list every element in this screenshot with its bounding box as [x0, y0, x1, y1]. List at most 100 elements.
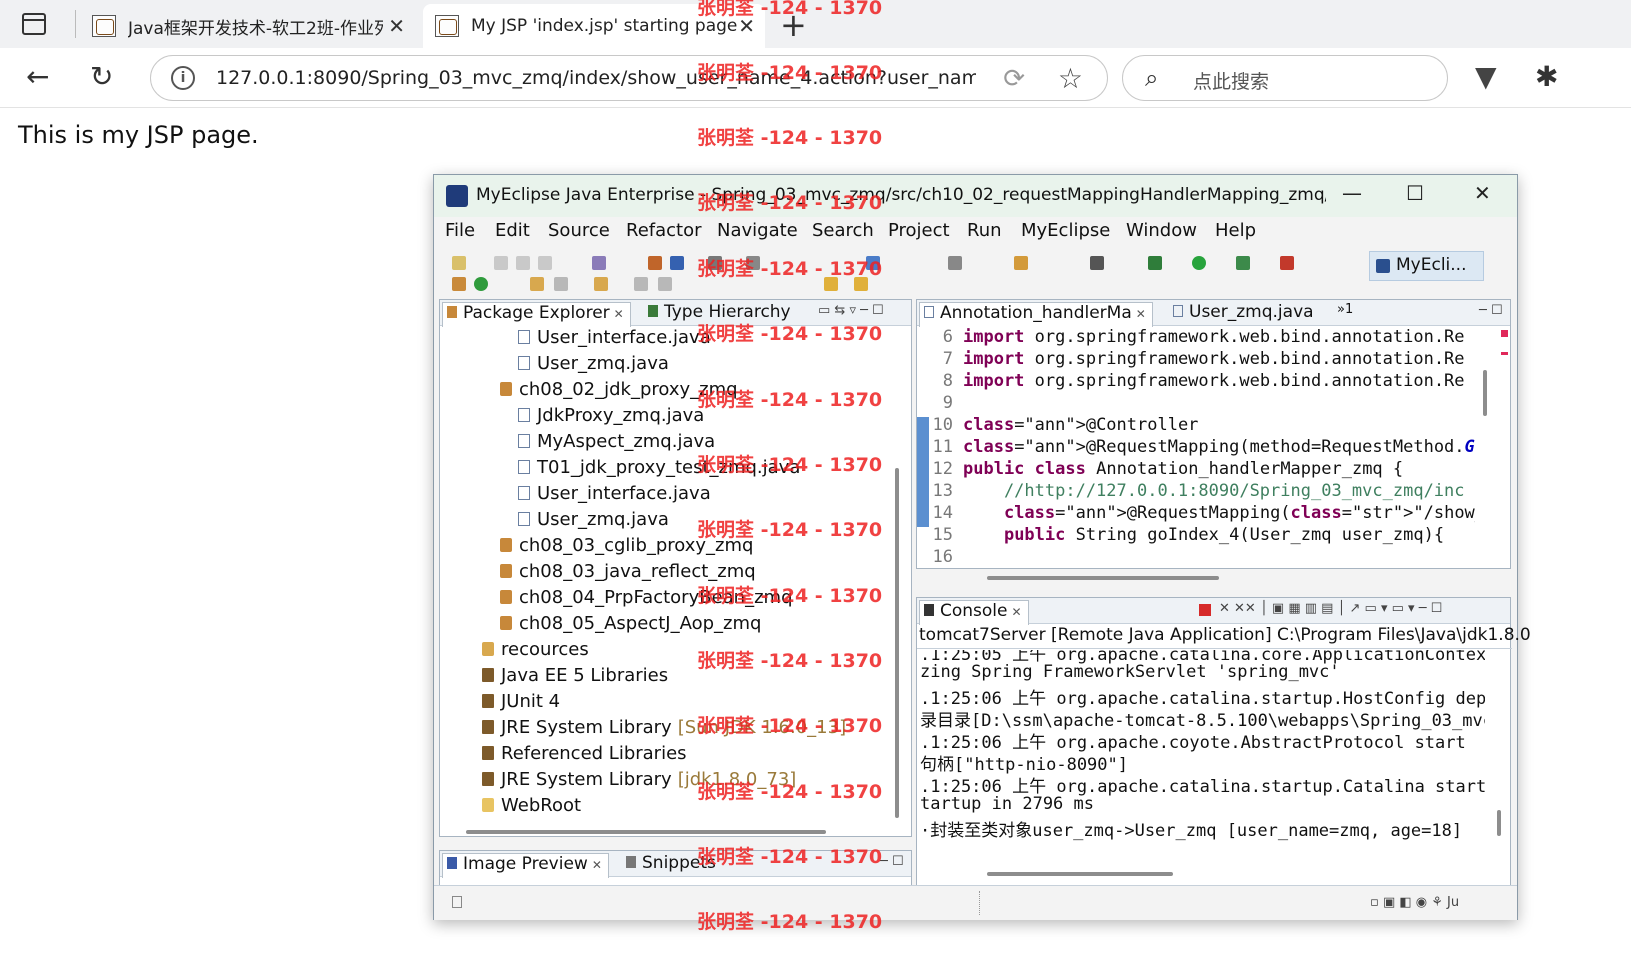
- tree-item[interactable]: JdkProxy_zmq.java: [518, 405, 704, 426]
- close-icon[interactable]: ✕: [1012, 605, 1022, 619]
- menu-refactor[interactable]: Refactor: [626, 220, 702, 241]
- horizontal-scrollbar[interactable]: [466, 830, 826, 834]
- close-button[interactable]: ✕: [1474, 181, 1491, 205]
- close-tab-icon[interactable]: ✕: [738, 14, 755, 38]
- pen-icon[interactable]: [658, 277, 672, 291]
- menu-source[interactable]: Source: [548, 220, 610, 241]
- nav-forward-icon[interactable]: [854, 277, 868, 291]
- print-icon[interactable]: [538, 256, 552, 270]
- debug-icon[interactable]: [1148, 256, 1162, 270]
- save-all-icon[interactable]: [516, 256, 530, 270]
- nav-back-icon[interactable]: [824, 277, 838, 291]
- coverage-icon[interactable]: [1236, 256, 1250, 270]
- view-toolbar[interactable]: ▭ ⇆ ▿ ─ ☐: [818, 303, 884, 318]
- tab-jsp-page[interactable]: My JSP 'index.jsp' starting page ✕: [423, 4, 765, 48]
- bookmark-star-icon[interactable]: ☆: [1058, 62, 1083, 95]
- close-icon[interactable]: ✕: [614, 307, 624, 321]
- open-type-icon[interactable]: [592, 256, 606, 270]
- status-indicator-icon[interactable]: [452, 896, 462, 908]
- vertical-scrollbar[interactable]: [895, 468, 899, 818]
- tree-item[interactable]: User_zmq.java: [518, 353, 669, 374]
- close-tab-icon[interactable]: ✕: [388, 14, 405, 38]
- tree-item[interactable]: ch08_03_java_reflect_zmq: [500, 561, 756, 582]
- deploy-icon[interactable]: [670, 256, 684, 270]
- tab-image-preview[interactable]: Image Preview ✕: [442, 853, 609, 878]
- tree-item[interactable]: User_interface.java: [518, 483, 711, 504]
- minimize-button[interactable]: —: [1342, 181, 1362, 205]
- tree-item[interactable]: ch08_03_cglib_proxy_zmq: [500, 535, 753, 556]
- external-run-icon[interactable]: [1280, 256, 1294, 270]
- translate-icon[interactable]: ⟳: [1003, 64, 1025, 94]
- console-output[interactable]: .1:25:05 上午 org.apache.catalina.core.App…: [917, 650, 1485, 862]
- error-marker-icon[interactable]: [1501, 330, 1508, 337]
- task-icon[interactable]: [1014, 256, 1028, 270]
- tab-console[interactable]: Console ✕: [919, 600, 1029, 625]
- menu-navigate[interactable]: Navigate: [717, 220, 798, 241]
- open-resource-icon[interactable]: [594, 277, 608, 291]
- tab-package-explorer[interactable]: Package Explorer ✕: [442, 302, 631, 327]
- tree-item[interactable]: JRE System Library [Sun JDK 1.6.0_13]: [482, 717, 846, 738]
- editor-vertical-scrollbar[interactable]: [1483, 370, 1487, 416]
- window-titlebar[interactable]: MyEclipse Java Enterprise - Spring_03_mv…: [434, 175, 1517, 217]
- run-icon[interactable]: [1192, 256, 1206, 270]
- screenshot-icon[interactable]: [1090, 256, 1104, 270]
- menu-window[interactable]: Window: [1126, 220, 1197, 241]
- tree-item[interactable]: User_zmq.java: [518, 509, 669, 530]
- tree-item[interactable]: JUnit 4: [482, 691, 560, 712]
- tree-item[interactable]: ch08_04_PrpFactoryBean_zmq: [500, 587, 793, 608]
- browser-icon[interactable]: [746, 256, 760, 270]
- tab-homework[interactable]: Java框架开发技术-软工2班-作业列 ✕: [80, 4, 415, 48]
- tree-item[interactable]: MyAspect_zmq.java: [518, 431, 715, 452]
- tree-item[interactable]: Referenced Libraries: [482, 743, 687, 764]
- maximize-button[interactable]: ☐: [1406, 181, 1424, 205]
- close-icon[interactable]: ✕: [1136, 307, 1146, 321]
- menu-myeclipse[interactable]: MyEclipse: [1021, 220, 1110, 241]
- reload-button[interactable]: ↻: [90, 60, 113, 93]
- tree-item[interactable]: Java EE 5 Libraries: [482, 665, 668, 686]
- console-toolbar[interactable]: ✕ ✕✕ │ ▣ ▦ ▥ ▤ │ ↗ ▭ ▾ ▭ ▾ ─ ☐: [1219, 601, 1442, 616]
- menu-project[interactable]: Project: [888, 220, 950, 241]
- tab-annotation-handler[interactable]: Annotation_handlerMa ✕: [919, 302, 1153, 327]
- pin-icon[interactable]: [554, 277, 568, 291]
- url-field[interactable]: i 127.0.0.1:8090/Spring_03_mvc_zmq/index…: [150, 55, 1108, 101]
- tree-item[interactable]: JRE System Library [jdk1.8.0_73]: [482, 769, 796, 790]
- browser-menu-icon[interactable]: ▼: [1475, 60, 1497, 93]
- new-icon[interactable]: [452, 256, 466, 270]
- new-tab-button[interactable]: +: [780, 6, 807, 44]
- console-vertical-scrollbar[interactable]: [1497, 810, 1501, 836]
- sidebar-toggle-icon[interactable]: [22, 13, 46, 35]
- tree-item[interactable]: ch08_05_AspectJ_Aop_zmq: [500, 613, 761, 634]
- refresh-icon[interactable]: [474, 277, 488, 291]
- perspective-myeclipse[interactable]: MyEcli...: [1369, 251, 1484, 281]
- back-button[interactable]: ←: [26, 60, 49, 93]
- external-tools-icon[interactable]: [948, 256, 962, 270]
- url-text[interactable]: 127.0.0.1:8090/Spring_03_mvc_zmq/index/s…: [216, 67, 976, 89]
- menu-file[interactable]: File: [445, 220, 475, 241]
- more-tabs-button[interactable]: »1: [1337, 302, 1353, 317]
- site-info-icon[interactable]: i: [171, 66, 195, 90]
- tree-item[interactable]: recources: [482, 639, 589, 660]
- server-icon[interactable]: [708, 256, 722, 270]
- search-placeholder[interactable]: 点此搜索: [1193, 67, 1269, 94]
- build-icon[interactable]: [648, 256, 662, 270]
- menu-run[interactable]: Run: [967, 220, 1002, 241]
- tree-item[interactable]: WebRoot: [482, 795, 581, 816]
- open-folder-icon[interactable]: [530, 277, 544, 291]
- editor-horizontal-scrollbar[interactable]: [987, 576, 1219, 580]
- save-icon[interactable]: [494, 256, 508, 270]
- search-box[interactable]: ⌕ 点此搜索: [1122, 55, 1448, 101]
- code-area[interactable]: 6 import org.springframework.web.bind.ann…: [917, 327, 1475, 565]
- package-icon[interactable]: [452, 277, 466, 291]
- tab-snippets[interactable]: Snippets: [626, 853, 716, 873]
- tree-item[interactable]: ch08_02_jdk_proxy_zmq: [500, 379, 738, 400]
- close-icon[interactable]: ✕: [592, 858, 602, 872]
- console-horizontal-scrollbar[interactable]: [987, 872, 1173, 876]
- view-toolbar[interactable]: ─ ☐: [880, 854, 904, 869]
- tree-item[interactable]: User_interface.java: [518, 327, 711, 348]
- globe-icon[interactable]: [866, 256, 880, 270]
- warning-marker-icon[interactable]: [1501, 352, 1508, 355]
- menu-edit[interactable]: Edit: [495, 220, 530, 241]
- status-toolbar[interactable]: ▫ ▣ ◧ ◉ ⚘ Ju: [1370, 895, 1459, 910]
- tab-type-hierarchy[interactable]: Type Hierarchy: [648, 302, 791, 322]
- annotation-icon[interactable]: [634, 277, 648, 291]
